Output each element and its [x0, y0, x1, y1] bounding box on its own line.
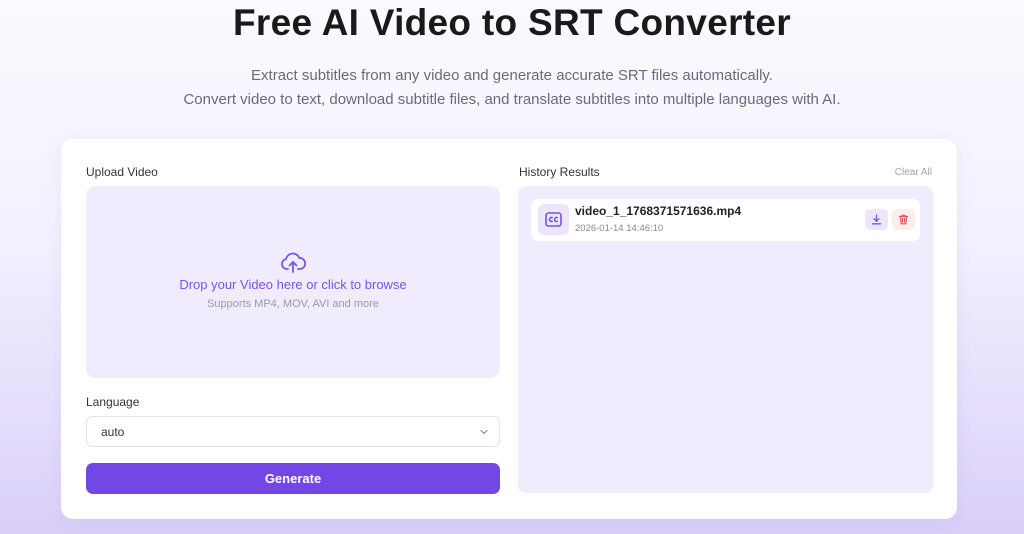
download-icon [871, 214, 882, 225]
chevron-down-icon [480, 429, 488, 435]
dropzone-hint: Supports MP4, MOV, AVI and more [207, 298, 379, 310]
language-label: Language [86, 395, 140, 409]
language-select-value: auto [101, 425, 125, 439]
upload-video-label: Upload Video [86, 165, 158, 179]
download-button[interactable] [865, 209, 888, 230]
history-file-name: video_1_1768371571636.mp4 [575, 204, 742, 218]
subtitle-line-2: Convert video to text, download subtitle… [183, 91, 841, 108]
page-title: Free AI Video to SRT Converter [233, 2, 791, 43]
history-panel: video_1_1768371571636.mp4 2026-01-14 14:… [518, 186, 933, 493]
subtitle-line-1: Extract subtitles from any video and gen… [251, 67, 773, 84]
history-item[interactable]: video_1_1768371571636.mp4 2026-01-14 14:… [531, 199, 920, 241]
converter-card: Upload Video Drop your Video here or cli… [61, 139, 957, 519]
generate-button[interactable]: Generate [86, 463, 500, 494]
history-results-label: History Results [519, 165, 600, 179]
clear-all-button[interactable]: Clear All [895, 167, 932, 178]
language-select[interactable]: auto [86, 416, 500, 447]
page-subtitle: Extract subtitles from any video and gen… [0, 64, 1024, 112]
video-dropzone[interactable]: Drop your Video here or click to browse … [86, 186, 500, 378]
cc-icon [538, 204, 569, 235]
cloud-upload-icon [281, 252, 306, 273]
delete-button[interactable] [892, 209, 915, 230]
dropzone-text: Drop your Video here or click to browse [179, 277, 407, 292]
trash-icon [898, 214, 909, 225]
history-file-date: 2026-01-14 14:46:10 [575, 223, 664, 234]
